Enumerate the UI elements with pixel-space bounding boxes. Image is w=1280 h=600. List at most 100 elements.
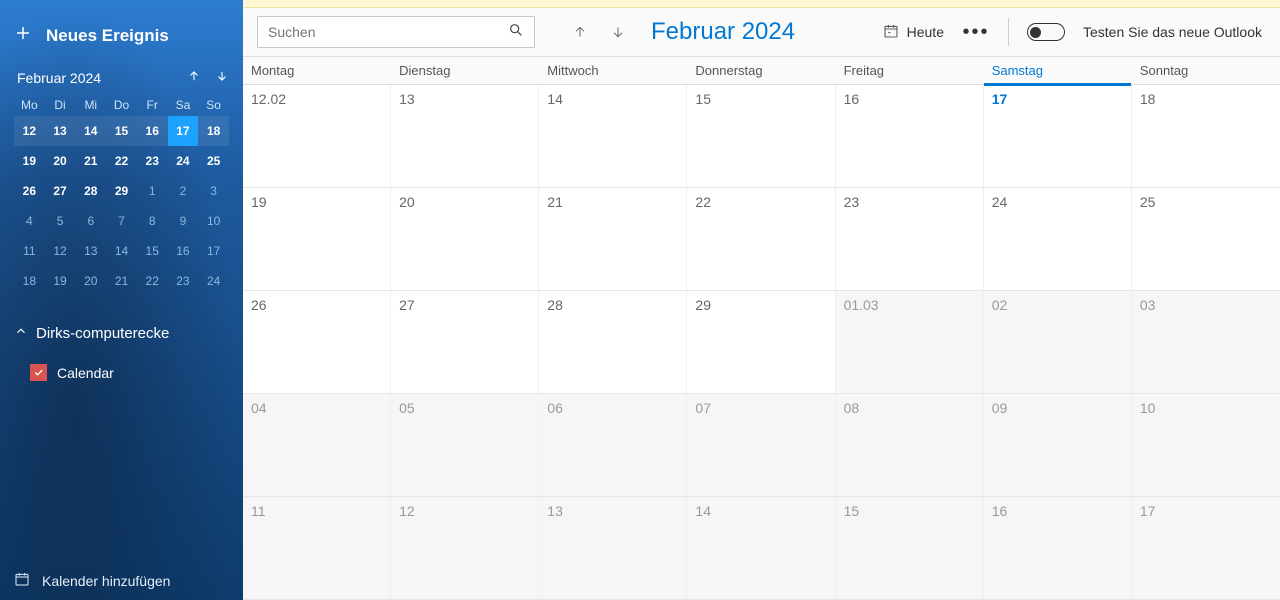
day-cell[interactable]: 03 xyxy=(1132,291,1280,393)
day-cell[interactable]: 12.02 xyxy=(243,85,391,187)
mini-day[interactable]: 25 xyxy=(198,146,229,176)
prev-month-button[interactable] xyxy=(569,24,591,40)
mini-day[interactable]: 16 xyxy=(137,116,168,146)
day-cell[interactable]: 15 xyxy=(836,497,984,599)
mini-day[interactable]: 18 xyxy=(198,116,229,146)
mini-day[interactable]: 28 xyxy=(75,176,106,206)
day-cell[interactable]: 18 xyxy=(1132,85,1280,187)
search-icon[interactable] xyxy=(508,22,524,43)
mini-day[interactable]: 26 xyxy=(14,176,45,206)
day-cell[interactable]: 21 xyxy=(539,188,687,290)
day-cell[interactable]: 29 xyxy=(687,291,835,393)
day-cell[interactable]: 02 xyxy=(984,291,1132,393)
day-cell[interactable]: 22 xyxy=(687,188,835,290)
day-cell[interactable]: 15 xyxy=(687,85,835,187)
mini-day[interactable]: 14 xyxy=(106,236,137,266)
mini-day[interactable]: 27 xyxy=(45,176,76,206)
calendar-item[interactable]: Calendar xyxy=(14,364,229,381)
mini-day[interactable]: 24 xyxy=(168,146,199,176)
day-cell[interactable]: 10 xyxy=(1132,394,1280,496)
mini-day[interactable]: 4 xyxy=(14,206,45,236)
day-cell[interactable]: 13 xyxy=(539,497,687,599)
mini-day[interactable]: 19 xyxy=(14,146,45,176)
mini-day[interactable]: 9 xyxy=(168,206,199,236)
mini-day[interactable]: 29 xyxy=(106,176,137,206)
dow-header-cell: Freitag xyxy=(836,57,984,85)
search-box[interactable] xyxy=(257,16,535,48)
mini-day[interactable]: 22 xyxy=(106,146,137,176)
mini-day[interactable]: 12 xyxy=(45,236,76,266)
mini-day[interactable]: 1 xyxy=(137,176,168,206)
mini-day[interactable]: 18 xyxy=(14,266,45,296)
today-button[interactable]: Heute xyxy=(883,23,944,42)
mini-day[interactable]: 8 xyxy=(137,206,168,236)
mini-day[interactable]: 20 xyxy=(75,266,106,296)
mini-day[interactable]: 10 xyxy=(198,206,229,236)
mini-day[interactable]: 15 xyxy=(137,236,168,266)
day-cell[interactable]: 28 xyxy=(539,291,687,393)
day-cell[interactable]: 25 xyxy=(1132,188,1280,290)
calendar-checkbox[interactable] xyxy=(30,364,47,381)
day-cell[interactable]: 11 xyxy=(243,497,391,599)
mini-day[interactable]: 17 xyxy=(198,236,229,266)
new-outlook-toggle[interactable] xyxy=(1027,23,1065,41)
day-cell[interactable]: 05 xyxy=(391,394,539,496)
day-cell[interactable]: 23 xyxy=(836,188,984,290)
day-cell[interactable]: 08 xyxy=(836,394,984,496)
day-cell[interactable]: 19 xyxy=(243,188,391,290)
mini-day[interactable]: 17 xyxy=(168,116,199,146)
mini-day[interactable]: 24 xyxy=(198,266,229,296)
mini-day[interactable]: 20 xyxy=(45,146,76,176)
next-month-button[interactable] xyxy=(607,24,629,40)
day-cell[interactable]: 07 xyxy=(687,394,835,496)
day-number: 10 xyxy=(1140,400,1156,416)
mini-day[interactable]: 11 xyxy=(14,236,45,266)
day-cell[interactable]: 13 xyxy=(391,85,539,187)
mini-day[interactable]: 14 xyxy=(75,116,106,146)
add-calendar-button[interactable]: Kalender hinzufügen xyxy=(0,561,243,600)
day-cell[interactable]: 12 xyxy=(391,497,539,599)
search-input[interactable] xyxy=(268,24,508,40)
account-toggle[interactable]: Dirks-computerecke xyxy=(14,324,229,342)
more-button[interactable]: ••• xyxy=(962,26,990,38)
day-cell[interactable]: 06 xyxy=(539,394,687,496)
arrow-up-icon[interactable] xyxy=(187,69,201,86)
day-cell[interactable]: 20 xyxy=(391,188,539,290)
day-cell[interactable]: 24 xyxy=(984,188,1132,290)
mini-calendar-title[interactable]: Februar 2024 xyxy=(17,70,101,86)
mini-day[interactable]: 23 xyxy=(168,266,199,296)
mini-day[interactable]: 7 xyxy=(106,206,137,236)
mini-dow: Di xyxy=(45,94,76,116)
new-event-button[interactable]: Neues Ereignis xyxy=(14,20,229,61)
mini-day[interactable]: 21 xyxy=(75,146,106,176)
mini-day[interactable]: 22 xyxy=(137,266,168,296)
day-cell[interactable]: 14 xyxy=(539,85,687,187)
mini-calendar[interactable]: MoDiMiDoFrSaSo12131415161718192021222324… xyxy=(14,94,229,296)
mini-day[interactable]: 13 xyxy=(75,236,106,266)
month-title[interactable]: Februar 2024 xyxy=(645,18,795,46)
day-number: 05 xyxy=(399,400,415,416)
arrow-down-icon[interactable] xyxy=(215,69,229,86)
day-cell[interactable]: 27 xyxy=(391,291,539,393)
day-cell[interactable]: 04 xyxy=(243,394,391,496)
day-cell[interactable]: 17 xyxy=(1132,497,1280,599)
mini-day[interactable]: 3 xyxy=(198,176,229,206)
day-cell[interactable]: 14 xyxy=(687,497,835,599)
day-cell[interactable]: 01.03 xyxy=(836,291,984,393)
mini-day[interactable]: 19 xyxy=(45,266,76,296)
day-cell[interactable]: 16 xyxy=(836,85,984,187)
mini-day[interactable]: 2 xyxy=(168,176,199,206)
mini-day[interactable]: 21 xyxy=(106,266,137,296)
mini-day[interactable]: 13 xyxy=(45,116,76,146)
day-number: 29 xyxy=(695,297,711,313)
day-cell[interactable]: 09 xyxy=(984,394,1132,496)
mini-day[interactable]: 23 xyxy=(137,146,168,176)
mini-day[interactable]: 15 xyxy=(106,116,137,146)
day-cell[interactable]: 17 xyxy=(984,85,1132,187)
mini-day[interactable]: 6 xyxy=(75,206,106,236)
day-cell[interactable]: 16 xyxy=(984,497,1132,599)
mini-day[interactable]: 5 xyxy=(45,206,76,236)
day-cell[interactable]: 26 xyxy=(243,291,391,393)
mini-day[interactable]: 12 xyxy=(14,116,45,146)
mini-day[interactable]: 16 xyxy=(168,236,199,266)
